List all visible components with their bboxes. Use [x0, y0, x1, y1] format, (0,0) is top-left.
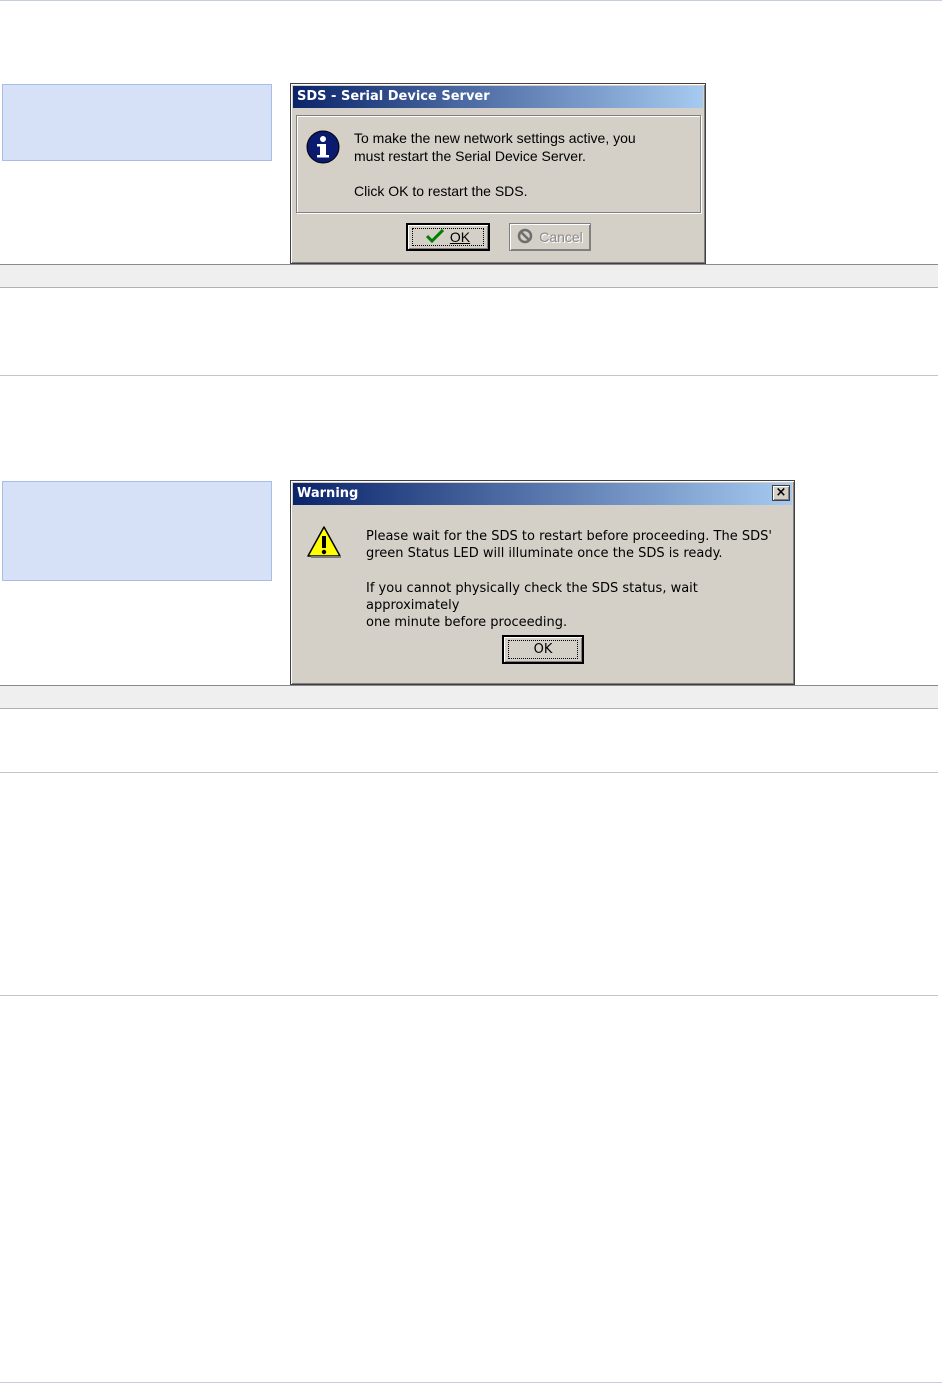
page-bottom-rule [0, 1382, 942, 1383]
ok-button-label: OK [449, 229, 471, 245]
message-line: one minute before proceeding. [366, 615, 568, 630]
dialog-message: To make the new network settings active,… [354, 129, 694, 200]
section-divider-1 [0, 264, 938, 288]
dialog-titlebar[interactable]: Warning [293, 483, 792, 505]
ok-button[interactable]: OK [406, 223, 490, 251]
page-top-rule [0, 0, 942, 1]
message-line: green Status LED will illuminate once th… [366, 546, 723, 561]
message-line: must restart the Serial Device Server. [354, 148, 586, 164]
note-box-2 [2, 481, 272, 581]
info-icon [306, 130, 340, 164]
warning-dialog: Warning × Please wait for the SDS to res… [290, 480, 795, 685]
section-divider-2 [0, 375, 938, 376]
warning-icon [306, 525, 342, 559]
cancel-icon [517, 228, 533, 247]
message-line: Click OK to restart the SDS. [354, 183, 528, 199]
message-line: Please wait for the SDS to restart befor… [366, 529, 772, 544]
ok-button-label: OK [533, 642, 553, 657]
ok-button[interactable]: OK [502, 635, 584, 664]
close-icon[interactable]: × [772, 485, 790, 501]
note-box-1 [2, 84, 272, 161]
cancel-button-label: Cancel [539, 229, 583, 245]
dialog-titlebar[interactable]: SDS - Serial Device Server [293, 86, 703, 108]
check-icon [425, 228, 444, 246]
message-line: To make the new network settings active,… [354, 130, 636, 146]
cancel-button[interactable]: Cancel [509, 223, 591, 251]
dialog-message: Please wait for the SDS to restart befor… [366, 528, 791, 631]
message-line: If you cannot physically check the SDS s… [366, 581, 698, 613]
section-divider-5 [0, 995, 938, 996]
dialog-title: Warning [297, 486, 359, 501]
restart-confirm-dialog: SDS - Serial Device Server To make the n… [290, 83, 706, 264]
section-divider-4 [0, 772, 938, 773]
section-divider-3 [0, 685, 938, 709]
